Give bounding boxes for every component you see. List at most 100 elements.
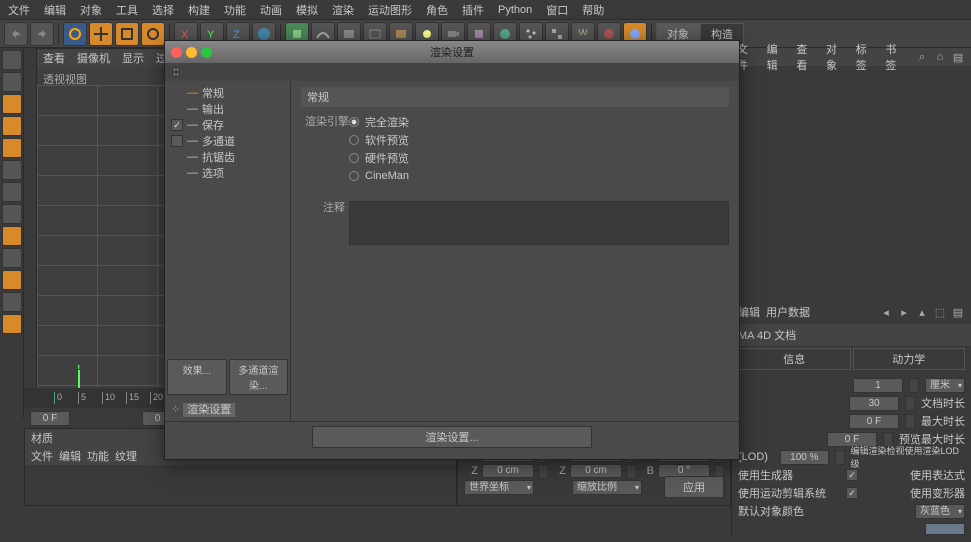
attr-val-2[interactable]: 0 F [849,414,899,429]
snap2-button[interactable] [2,248,22,268]
edge-mode-button[interactable] [2,138,22,158]
preset-item[interactable]: 渲染设置 [183,403,235,417]
move-button[interactable] [89,22,113,46]
attr-val-4[interactable]: 100 % [780,450,829,465]
multipass-button[interactable]: 多通道渲染... [229,359,289,395]
mat-menu-edit[interactable]: 编辑 [59,448,81,464]
menu-render[interactable]: 渲染 [332,2,354,18]
minimize-icon[interactable] [186,47,197,58]
attr-back-icon[interactable]: ◂ [879,305,893,319]
vp-menu-view[interactable]: 查看 [43,50,65,66]
menu-tools[interactable]: 工具 [116,2,138,18]
snap5-button[interactable] [2,314,22,334]
tree-item-save[interactable]: —保存 [165,117,290,133]
snap4-button[interactable] [2,292,22,312]
tab-info[interactable]: 信息 [738,348,851,370]
scale-mode-dropdown[interactable]: 缩放比例 [572,480,642,495]
menu-simulate[interactable]: 模拟 [296,2,318,18]
menu-select[interactable]: 选择 [152,2,174,18]
apply-button[interactable]: 应用 [664,476,724,498]
tree-item-output[interactable]: —输出 [165,101,290,117]
menu-help[interactable]: 帮助 [582,2,604,18]
spinner-icon[interactable] [626,464,636,479]
checkbox-5a[interactable] [846,469,858,481]
tree-checkbox[interactable] [171,119,183,131]
snap-button[interactable] [2,226,22,246]
dialog-titlebar[interactable]: 渲染设置 [165,41,739,63]
snap3-button[interactable] [2,270,22,290]
tab-dynamics[interactable]: 动力学 [853,348,966,370]
spinner-icon[interactable] [909,378,919,393]
attr-fwd-icon[interactable]: ▸ [897,305,911,319]
mat-menu-file[interactable]: 文件 [31,448,53,464]
spinner-icon[interactable] [905,396,915,411]
obj-menu-view[interactable]: 查看 [796,41,816,73]
menu-file[interactable]: 文件 [8,2,30,18]
menu-structure[interactable]: 构建 [188,2,210,18]
spinner-icon[interactable] [835,450,845,465]
coord-mode-dropdown[interactable]: 世界坐标 [464,480,534,495]
object-mode-button[interactable] [2,72,22,92]
dialog-menu-icon[interactable]: :: [173,66,179,78]
color-swatch[interactable] [925,523,965,535]
radio-software[interactable] [349,135,359,145]
vp-menu-camera[interactable]: 摄像机 [77,50,110,66]
obj-menu-edit[interactable]: 编辑 [767,41,787,73]
spinner-icon[interactable] [538,464,548,479]
attr-menu-icon[interactable]: ▤ [951,305,965,319]
live-select-button[interactable] [63,22,87,46]
menu-animation[interactable]: 动画 [260,2,282,18]
tree-checkbox[interactable] [171,135,183,147]
menu-edit[interactable]: 编辑 [44,2,66,18]
size-z-field[interactable]: 0 cm [570,464,622,478]
obj-menu-tags[interactable]: 标签 [856,41,876,73]
close-icon[interactable] [171,47,182,58]
scale-button[interactable] [115,22,139,46]
poly-mode-button[interactable] [2,160,22,180]
attr-val-0[interactable]: 1 [853,378,903,393]
texture-mode-button[interactable] [2,182,22,202]
render-settings-button[interactable]: 渲染设置... [312,426,592,448]
tree-item-multipass[interactable]: —多通道 [165,133,290,149]
attr-val-1[interactable]: 30 [849,396,899,411]
obj-menu-bookmarks[interactable]: 书签 [885,41,905,73]
search-icon[interactable]: ⌕ [915,50,929,64]
fold-icon[interactable]: ▤ [951,50,965,64]
menu-plugins[interactable]: 插件 [462,2,484,18]
menu-functions[interactable]: 功能 [224,2,246,18]
model-mode-button[interactable] [2,50,22,70]
attr-menu-userdata[interactable]: 用户数据 [766,304,810,320]
frame-start-field[interactable]: 0 F [30,411,70,426]
tree-item-aa[interactable]: —抗锯齿 [165,149,290,165]
attr-menu-edit[interactable]: 编辑 [738,304,760,320]
home-icon[interactable]: ⌂ [933,50,947,64]
obj-menu-objects[interactable]: 对象 [826,41,846,73]
redo-button[interactable] [30,22,54,46]
point-mode-button[interactable] [2,116,22,136]
comment-textarea[interactable] [349,201,729,245]
tree-item-general[interactable]: —常规 [165,85,290,101]
rotate-button[interactable] [141,22,165,46]
menu-character[interactable]: 角色 [426,2,448,18]
undo-button[interactable] [4,22,28,46]
radio-full-render[interactable] [349,117,359,127]
vp-menu-display[interactable]: 显示 [122,50,144,66]
spinner-icon[interactable] [905,414,915,429]
menu-mograph[interactable]: 运动图形 [368,2,412,18]
attr-up-icon[interactable]: ▴ [915,305,929,319]
mat-menu-func[interactable]: 功能 [87,448,109,464]
checkbox-6a[interactable] [846,487,858,499]
effects-button[interactable]: 效果... [167,359,227,395]
radio-hardware[interactable] [349,153,359,163]
color-dropdown[interactable]: 灰蓝色 [915,504,965,519]
tree-item-options[interactable]: —选项 [165,165,290,181]
unit-dropdown[interactable]: 厘米 [925,378,965,393]
pos-z-field[interactable]: 0 cm [482,464,534,478]
axis-mode-button[interactable] [2,94,22,114]
attr-lock-icon[interactable]: ⬚ [933,305,947,319]
menu-python[interactable]: Python [498,4,532,16]
workplane-button[interactable] [2,204,22,224]
mat-menu-tex[interactable]: 纹理 [115,448,137,464]
radio-cineman[interactable] [349,171,359,181]
zoom-icon[interactable] [201,47,212,58]
